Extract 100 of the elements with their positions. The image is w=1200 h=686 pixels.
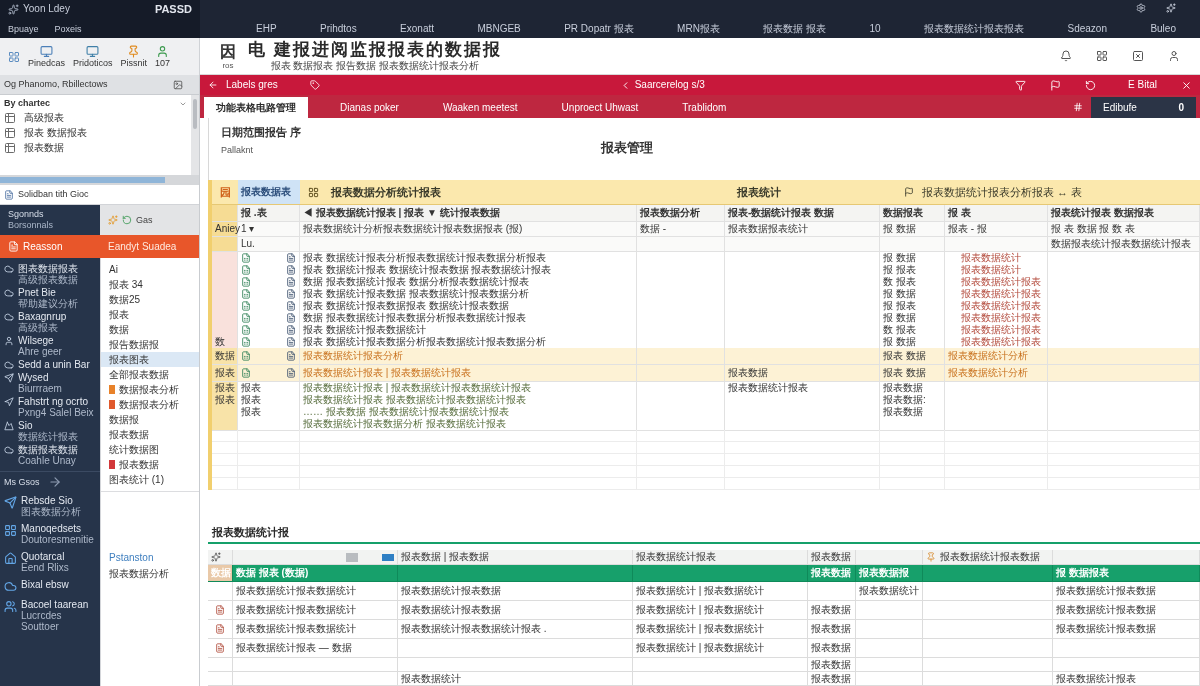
nav-item[interactable]: 数据报表数据 Coahle Unay: [0, 443, 100, 467]
tab[interactable]: Unproect Uhwast: [549, 97, 651, 118]
toolbar-label[interactable]: 报表数据统计报表数据: [940, 551, 1040, 563]
list-item[interactable]: 报表数据: [101, 427, 199, 442]
editor-badge[interactable]: Edibufe 0: [1091, 97, 1196, 118]
refresh-icon[interactable]: [122, 215, 132, 225]
nav-item[interactable]: Baxagnrup 高级报表: [0, 310, 100, 334]
panel-item[interactable]: 报表数据: [24, 142, 64, 154]
person-icon: [4, 336, 14, 346]
breadcrumb[interactable]: Saarcerelog s/3: [634, 79, 705, 91]
list-item[interactable]: 图表统计 (1): [101, 472, 199, 487]
menu-item[interactable]: Bpuaye: [8, 24, 39, 35]
header-mark: 因: [220, 42, 236, 61]
list-item[interactable]: 数据25: [101, 292, 199, 307]
ribbon-button[interactable]: Pinedcas: [28, 45, 66, 68]
back-icon[interactable]: [208, 80, 218, 90]
document-icon: [286, 368, 296, 378]
list-toolbar-label[interactable]: Gas: [136, 214, 153, 226]
list-item[interactable]: 统计数据图: [101, 442, 199, 457]
menu-item[interactable]: 10: [869, 23, 881, 35]
scrollbar[interactable]: [191, 95, 199, 175]
menu-item[interactable]: 报表数据统计报表报表: [924, 23, 1025, 35]
list-item[interactable]: 数据: [101, 322, 199, 337]
list-item[interactable]: 报表图表: [101, 352, 199, 367]
nav-item[interactable]: Bixal ebsw: [0, 576, 100, 596]
filter-icon[interactable]: [1015, 79, 1027, 91]
nav-item[interactable]: Wilsege Ahre geer: [0, 334, 100, 358]
image-icon[interactable]: [173, 79, 183, 90]
spreadsheet-icon: [241, 265, 251, 275]
menu-item[interactable]: Sdeazon: [1067, 23, 1107, 35]
nav-item[interactable]: 图表数据报表 高级报表数据: [0, 262, 100, 286]
nav-item[interactable]: Wysed Biurrraem: [0, 371, 100, 395]
list-item[interactable]: 报表数据: [101, 457, 199, 472]
square-icon[interactable]: [382, 553, 394, 561]
menu-item[interactable]: Prihdtos: [320, 23, 357, 35]
nav-item[interactable]: Sedd a unin Bar: [0, 358, 100, 371]
hash-icon[interactable]: [1073, 102, 1083, 112]
user-icon[interactable]: [1168, 50, 1180, 62]
cloud-icon: [4, 360, 14, 370]
nav-section-bar[interactable]: Reasson Eandyt Suadea: [0, 235, 199, 258]
menu-item[interactable]: PR Dopatr 报表: [564, 23, 634, 35]
tag-icon[interactable]: [309, 80, 320, 90]
ribbon-button[interactable]: Pissnit: [120, 45, 148, 68]
list-item[interactable]: Ai: [101, 262, 199, 277]
list-item[interactable]: 全部报表数据: [101, 367, 199, 382]
table-tab[interactable]: 报表数据表: [238, 180, 300, 204]
grid-icon[interactable]: [1096, 50, 1108, 62]
ribbon-button[interactable]: 107: [155, 45, 171, 68]
menu-item[interactable]: EHP: [256, 23, 277, 35]
list-item[interactable]: 报表数据分析: [109, 568, 191, 580]
scrollbar[interactable]: [0, 175, 199, 185]
panel-item[interactable]: 高级报表: [24, 112, 64, 124]
close-icon[interactable]: [1181, 79, 1192, 91]
toolbar-link[interactable]: Labels gres: [226, 79, 278, 91]
arrow-icon[interactable]: [47, 475, 62, 489]
ribbon-button[interactable]: Pridoticos: [73, 45, 113, 68]
list-item[interactable]: 数据报表分析: [101, 382, 199, 397]
menu-item[interactable]: 报表数据 报表: [763, 23, 827, 35]
bell-icon[interactable]: [1060, 50, 1072, 62]
menu-item[interactable]: Poxeis: [54, 24, 82, 35]
nav-item[interactable]: Quotarcal Eend Rlixs: [0, 548, 100, 576]
nav-item[interactable]: Manoqedsets Doutoresmenitie: [0, 520, 100, 548]
nav-item[interactable]: Pnet Bie 帮助建议分析: [0, 286, 100, 310]
tab[interactable]: Dianas poker: [328, 97, 411, 118]
list-item[interactable]: 报表: [101, 307, 199, 322]
toolbar-action[interactable]: E Bital: [1128, 79, 1157, 91]
document-icon: [4, 189, 14, 200]
close-icon[interactable]: [1132, 50, 1144, 62]
nav-item[interactable]: Fahstrt ng ocrto Pxng4 Salel Beix: [0, 395, 100, 419]
menu-item[interactable]: MBNGEB: [477, 23, 521, 35]
list-item[interactable]: 数据报: [101, 412, 199, 427]
nav-item[interactable]: Rebsde Sio 图表数据分析: [0, 492, 100, 520]
table-marker: 园: [219, 185, 231, 199]
list-item[interactable]: 报表 34: [101, 277, 199, 292]
cloud-icon: [4, 445, 14, 455]
settings-icon[interactable]: [1136, 3, 1146, 13]
panel-bar-title: Og Phanomo, Rbillectows: [4, 79, 108, 90]
table-cell: 报表: [212, 365, 238, 382]
grid-icon[interactable]: [8, 50, 20, 63]
list-item[interactable]: 数据报表分析: [101, 397, 199, 412]
panel-item[interactable]: 报表 数据报表: [24, 127, 87, 139]
flag-icon[interactable]: [1050, 79, 1062, 91]
sparkle-icon[interactable]: [211, 552, 221, 562]
undo-icon[interactable]: [1085, 79, 1097, 91]
spreadsheet-icon: [241, 301, 251, 311]
nav-item[interactable]: Sio 数据统计报表: [0, 419, 100, 443]
nav-item[interactable]: Bacoel taarean Lucrcdes Souttoer: [0, 596, 100, 635]
document-icon: [286, 337, 296, 347]
menu-item[interactable]: MRN报表: [677, 23, 720, 35]
table-cell: 报表数据统计: [398, 672, 633, 686]
document-icon: [286, 325, 296, 335]
document-icon: [8, 241, 19, 252]
menu-item[interactable]: Buleo: [1150, 23, 1176, 35]
document-icon: [286, 313, 296, 323]
tab[interactable]: Waaken meetest: [430, 97, 530, 118]
list-item[interactable]: 报告数据报: [101, 337, 199, 352]
menu-item[interactable]: Exonatt: [400, 23, 434, 35]
table-cell: 报表数据: [808, 672, 856, 686]
tab[interactable]: 功能表格电路管理: [204, 97, 308, 118]
tab[interactable]: Trablidom: [670, 97, 739, 118]
